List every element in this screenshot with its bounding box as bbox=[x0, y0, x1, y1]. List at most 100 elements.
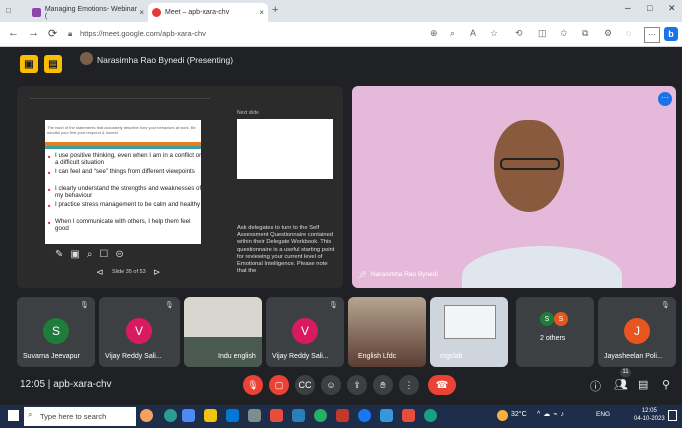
avatar: S bbox=[540, 312, 554, 326]
language-indicator[interactable]: ENG bbox=[596, 411, 610, 418]
participant-tile[interactable]: mgclab bbox=[430, 297, 508, 367]
present-icon[interactable]: ▤ bbox=[44, 55, 62, 73]
participant-name: English Lfdc bbox=[358, 353, 397, 360]
slide-bullet: I practice stress management to be calm … bbox=[48, 201, 205, 210]
minimize-icon[interactable]: – bbox=[625, 3, 631, 14]
pin-icon[interactable]: 📌︎ bbox=[358, 271, 367, 279]
slide-bullet: When I communicate with others, I help t… bbox=[48, 218, 205, 233]
speaker-notes: Ask delegates to turn to the Self Assess… bbox=[237, 225, 335, 275]
refresh-icon[interactable]: ⟳ bbox=[48, 27, 57, 40]
presenter-toolbar bbox=[30, 92, 210, 99]
window-menu-icon[interactable]: □ bbox=[6, 6, 11, 15]
participant-tile[interactable]: V 🎙︎ Vijay Reddy Sali... bbox=[99, 297, 180, 367]
participant-tile[interactable]: J 🎙︎ Jayasheelan Poli... bbox=[598, 297, 676, 367]
refresh-page-icon[interactable]: ⟲ bbox=[515, 28, 523, 39]
weather-icon bbox=[497, 410, 508, 421]
speaker-name: Narasimha Rao Bynedi bbox=[371, 271, 438, 278]
back-icon[interactable]: ← bbox=[8, 27, 19, 39]
mic-toggle-button[interactable]: 🎙︎ bbox=[243, 375, 263, 395]
notifications-icon[interactable] bbox=[668, 410, 677, 421]
main-video[interactable]: ··· bbox=[352, 86, 676, 288]
brave-icon[interactable] bbox=[270, 409, 283, 422]
activities-icon[interactable]: ⚲ bbox=[662, 378, 670, 391]
more-options-button[interactable]: ⋮ bbox=[399, 375, 419, 395]
mic-off-icon: 🎙︎ bbox=[80, 302, 89, 309]
avatar bbox=[80, 52, 93, 65]
screen-video bbox=[444, 305, 496, 339]
present-button[interactable]: ⇪ bbox=[347, 375, 367, 395]
glasses bbox=[500, 158, 560, 170]
collections-icon[interactable]: ⧉ bbox=[582, 28, 588, 39]
slide-bullet: I can feel and “see” things from differe… bbox=[48, 168, 205, 177]
participant-tile[interactable]: English Lfdc bbox=[348, 297, 426, 367]
taskview-icon[interactable] bbox=[182, 409, 195, 422]
more-options-icon[interactable]: ··· bbox=[658, 92, 672, 106]
avatar: J bbox=[624, 318, 650, 344]
people-icon[interactable]: 👥︎ bbox=[614, 378, 628, 391]
participant-tile[interactable]: Indu english bbox=[184, 297, 262, 367]
facebook-icon[interactable] bbox=[358, 409, 371, 422]
participant-tile[interactable]: S 🎙︎ Suvarna Jeevapur bbox=[17, 297, 95, 367]
participant-tile[interactable]: V 🎙︎ Vijay Reddy Sali... bbox=[266, 297, 344, 367]
new-tab-icon[interactable]: + bbox=[272, 4, 278, 16]
participant-name: Vijay Reddy Sali... bbox=[272, 353, 329, 360]
maximize-icon[interactable]: □ bbox=[647, 3, 652, 13]
info-icon[interactable]: ⓘ bbox=[590, 378, 601, 394]
captions-button[interactable]: CC bbox=[295, 375, 315, 395]
participant-tile[interactable]: S S 2 others bbox=[516, 297, 594, 367]
clock-date: 04-10-2023 bbox=[634, 416, 665, 422]
forward-icon[interactable]: → bbox=[28, 27, 39, 39]
mic-permission-icon[interactable]: ⊕ bbox=[430, 28, 438, 39]
slide-bullet: I clearly understand the strengths and w… bbox=[48, 185, 205, 200]
bing-icon[interactable]: b bbox=[664, 27, 678, 41]
weather-temp[interactable]: 32°C bbox=[511, 411, 527, 418]
mail-icon[interactable] bbox=[248, 409, 261, 422]
camera-toggle-button[interactable]: ▢ bbox=[269, 375, 289, 395]
edge-icon[interactable] bbox=[164, 409, 177, 422]
cortana-icon[interactable] bbox=[140, 409, 153, 422]
close-tab-icon[interactable]: × bbox=[259, 8, 264, 17]
file-explorer-icon[interactable] bbox=[204, 409, 217, 422]
browser-tab-bar: □ Managing Emotions- Webinar ( × Meet – … bbox=[0, 0, 682, 22]
participant-name: Suvarna Jeevapur bbox=[23, 353, 80, 360]
close-window-icon[interactable]: ✕ bbox=[668, 3, 676, 14]
next-slide-icon[interactable]: ⊳ bbox=[153, 267, 161, 278]
app-icon[interactable] bbox=[292, 409, 305, 422]
zoom-icon[interactable]: ⌕ bbox=[450, 28, 455, 39]
windows-start-icon[interactable] bbox=[8, 410, 19, 421]
acrobat-icon[interactable] bbox=[402, 409, 415, 422]
tab-webinar[interactable]: Managing Emotions- Webinar ( × bbox=[28, 3, 148, 22]
app-icon[interactable] bbox=[424, 409, 437, 422]
taskbar-search-input[interactable]: Type here to search bbox=[24, 407, 136, 426]
chrome-icon[interactable] bbox=[314, 409, 327, 422]
teams-favicon-icon bbox=[32, 8, 41, 17]
split-screen-icon[interactable]: ◫ bbox=[538, 28, 547, 39]
prev-slide-icon[interactable]: ⊲ bbox=[96, 267, 104, 278]
app-icon[interactable] bbox=[336, 409, 349, 422]
avatar: V bbox=[292, 318, 318, 344]
system-tray-icons[interactable]: ^☁⌁♪ bbox=[537, 410, 567, 418]
screen-layout-icon[interactable]: ▣ bbox=[20, 55, 38, 73]
emoji-button[interactable]: ☺ bbox=[321, 375, 341, 395]
extensions-icon[interactable]: ⚙ bbox=[604, 28, 612, 39]
presenter-tools[interactable]: ✎▣⌕☐⊝ bbox=[55, 249, 131, 260]
chat-icon[interactable]: ▤ bbox=[638, 378, 648, 391]
profile-icon[interactable]: ◌ bbox=[626, 28, 631, 38]
favorites-icon[interactable]: ✩ bbox=[560, 28, 568, 39]
taskbar-clock[interactable]: 12:05 04-10-2023 bbox=[634, 407, 665, 423]
mic-off-icon: 🎙︎ bbox=[165, 302, 174, 309]
raise-hand-button[interactable]: ✋︎ bbox=[373, 375, 393, 395]
store-icon[interactable] bbox=[226, 409, 239, 422]
tab-meet[interactable]: Meet – apb-xara-chv × bbox=[148, 3, 268, 22]
next-slide-preview bbox=[237, 119, 333, 179]
more-menu-icon[interactable]: ··· bbox=[644, 27, 660, 43]
leave-call-button[interactable]: ☎ bbox=[428, 375, 456, 395]
favorite-star-icon[interactable]: ☆ bbox=[490, 28, 498, 39]
room-video bbox=[184, 297, 262, 337]
meeting-code: apb-xara-chv bbox=[53, 379, 112, 390]
app-icon[interactable] bbox=[380, 409, 393, 422]
url-input[interactable]: https://meet.google.com/apb-xara-chv bbox=[80, 26, 440, 42]
slide-counter: Slide 35 of 53 bbox=[112, 269, 146, 275]
close-tab-icon[interactable]: × bbox=[139, 8, 144, 17]
read-aloud-icon[interactable]: A bbox=[470, 28, 476, 38]
